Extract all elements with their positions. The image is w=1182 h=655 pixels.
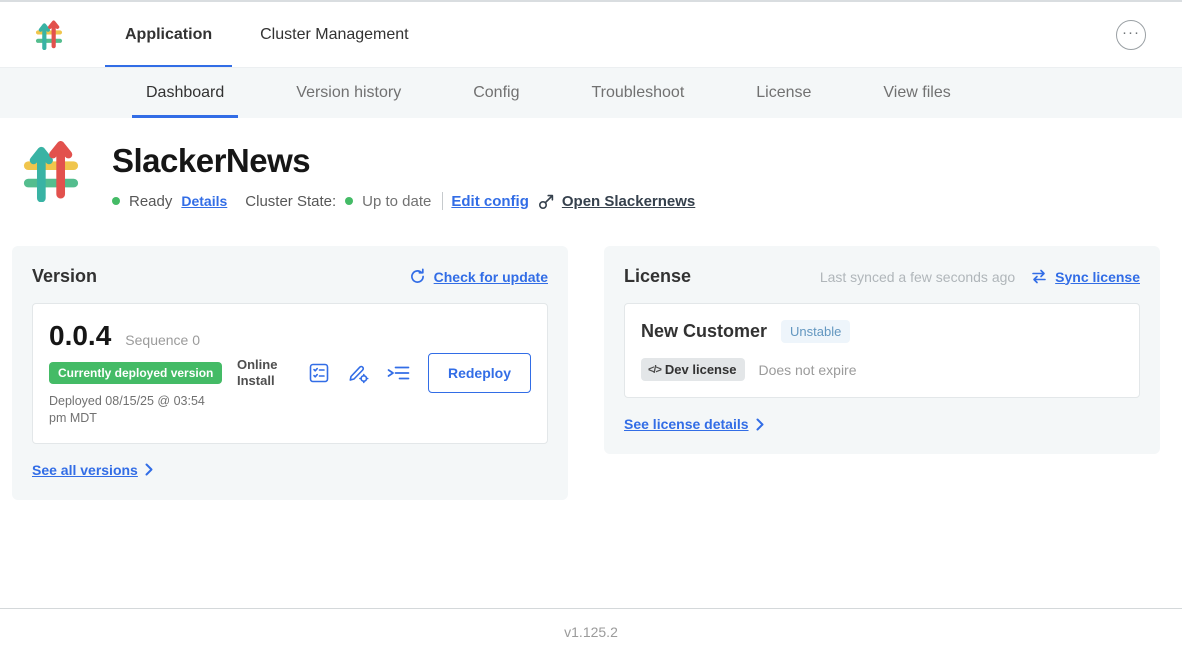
details-link[interactable]: Details <box>181 193 227 209</box>
tab-cluster-management-label: Cluster Management <box>260 26 409 44</box>
deployed-badge: Currently deployed version <box>49 362 222 384</box>
cluster-state-value: Up to date <box>362 193 431 210</box>
last-synced-text: Last synced a few seconds ago <box>820 269 1015 285</box>
subtab-version-history[interactable]: Version history <box>260 68 437 118</box>
app-status-row: Ready Details Cluster State: Up to date … <box>112 192 704 210</box>
tab-cluster-management[interactable]: Cluster Management <box>240 2 429 67</box>
customer-name: New Customer <box>641 321 767 342</box>
more-options-button[interactable]: ··· <box>1116 20 1146 50</box>
chevron-right-icon <box>145 463 153 476</box>
topnav-tabs: Application Cluster Management <box>105 2 437 67</box>
console-version: v1.125.2 <box>564 624 618 640</box>
app-logo-icon <box>35 20 63 50</box>
chevron-right-icon <box>756 418 764 431</box>
subtab-dashboard-label: Dashboard <box>146 84 224 102</box>
config-gear-icon <box>347 362 369 384</box>
app-status-dot <box>112 197 120 205</box>
sync-license-link[interactable]: Sync license <box>1055 269 1140 285</box>
dashboard-cards: Version Check for update 0.0.4 Sequence … <box>0 210 1182 500</box>
license-card-title: License <box>624 266 691 287</box>
top-navbar: Application Cluster Management ··· <box>0 2 1182 68</box>
app-status-text: Ready <box>129 193 172 210</box>
open-app-link[interactable]: Open Slackernews <box>538 192 695 210</box>
subtab-version-history-label: Version history <box>296 84 401 102</box>
subtab-license[interactable]: License <box>720 68 847 118</box>
channel-badge: Unstable <box>781 320 850 343</box>
cluster-state-label: Cluster State: <box>245 193 336 210</box>
release-notes-icon <box>308 362 330 384</box>
cluster-state-dot <box>345 197 353 205</box>
logs-icon <box>386 363 411 383</box>
edit-config-link[interactable]: Edit config <box>451 193 529 210</box>
license-type-badge: </> Dev license <box>641 358 745 381</box>
open-app-label: Open Slackernews <box>562 193 695 210</box>
sync-icon <box>1031 269 1047 284</box>
subtab-dashboard[interactable]: Dashboard <box>110 68 260 118</box>
edit-config-button[interactable] <box>347 362 369 384</box>
version-number: 0.0.4 <box>49 320 111 352</box>
see-all-versions-link[interactable]: See all versions <box>32 462 153 478</box>
subtab-config[interactable]: Config <box>437 68 555 118</box>
license-panel: New Customer Unstable </> Dev license Do… <box>624 303 1140 398</box>
subtab-license-label: License <box>756 84 811 102</box>
sequence-label: Sequence 0 <box>125 332 200 348</box>
subtab-view-files-label: View files <box>883 84 950 102</box>
current-version-panel: 0.0.4 Sequence 0 Currently deployed vers… <box>32 303 548 444</box>
release-notes-button[interactable] <box>308 362 330 384</box>
code-icon: </> <box>648 364 661 376</box>
see-license-details-label: See license details <box>624 416 749 432</box>
version-card: Version Check for update 0.0.4 Sequence … <box>12 246 568 500</box>
open-app-icon <box>538 192 556 210</box>
tab-application-label: Application <box>125 26 212 44</box>
subtab-config-label: Config <box>473 84 519 102</box>
app-subnav: Dashboard Version history Config Trouble… <box>0 68 1182 118</box>
ellipsis-icon: ··· <box>1122 24 1140 41</box>
app-header: SlackerNews Ready Details Cluster State:… <box>0 118 1182 210</box>
license-type-label: Dev license <box>665 362 737 377</box>
subtab-troubleshoot[interactable]: Troubleshoot <box>555 68 720 118</box>
app-icon <box>22 140 80 210</box>
install-type-label: Online Install <box>237 357 291 390</box>
see-license-details-link[interactable]: See license details <box>624 416 764 432</box>
deployed-timestamp: Deployed 08/15/25 @ 03:54 pm MDT <box>49 393 224 427</box>
license-card: License Last synced a few seconds ago Sy… <box>604 246 1160 454</box>
view-logs-button[interactable] <box>386 363 411 383</box>
app-logo-small[interactable] <box>35 20 63 50</box>
subtab-troubleshoot-label: Troubleshoot <box>591 84 684 102</box>
refresh-icon <box>409 268 426 285</box>
page-title: SlackerNews <box>112 142 704 180</box>
see-all-versions-label: See all versions <box>32 462 138 478</box>
license-expiry: Does not expire <box>758 362 856 378</box>
divider <box>442 192 443 210</box>
page: Application Cluster Management ··· Dashb… <box>0 0 1182 655</box>
subtab-view-files[interactable]: View files <box>847 68 986 118</box>
tab-application[interactable]: Application <box>105 2 232 67</box>
check-for-update-link[interactable]: Check for update <box>434 269 548 285</box>
footer: v1.125.2 <box>0 608 1182 655</box>
version-card-title: Version <box>32 266 97 287</box>
redeploy-button[interactable]: Redeploy <box>428 353 531 393</box>
